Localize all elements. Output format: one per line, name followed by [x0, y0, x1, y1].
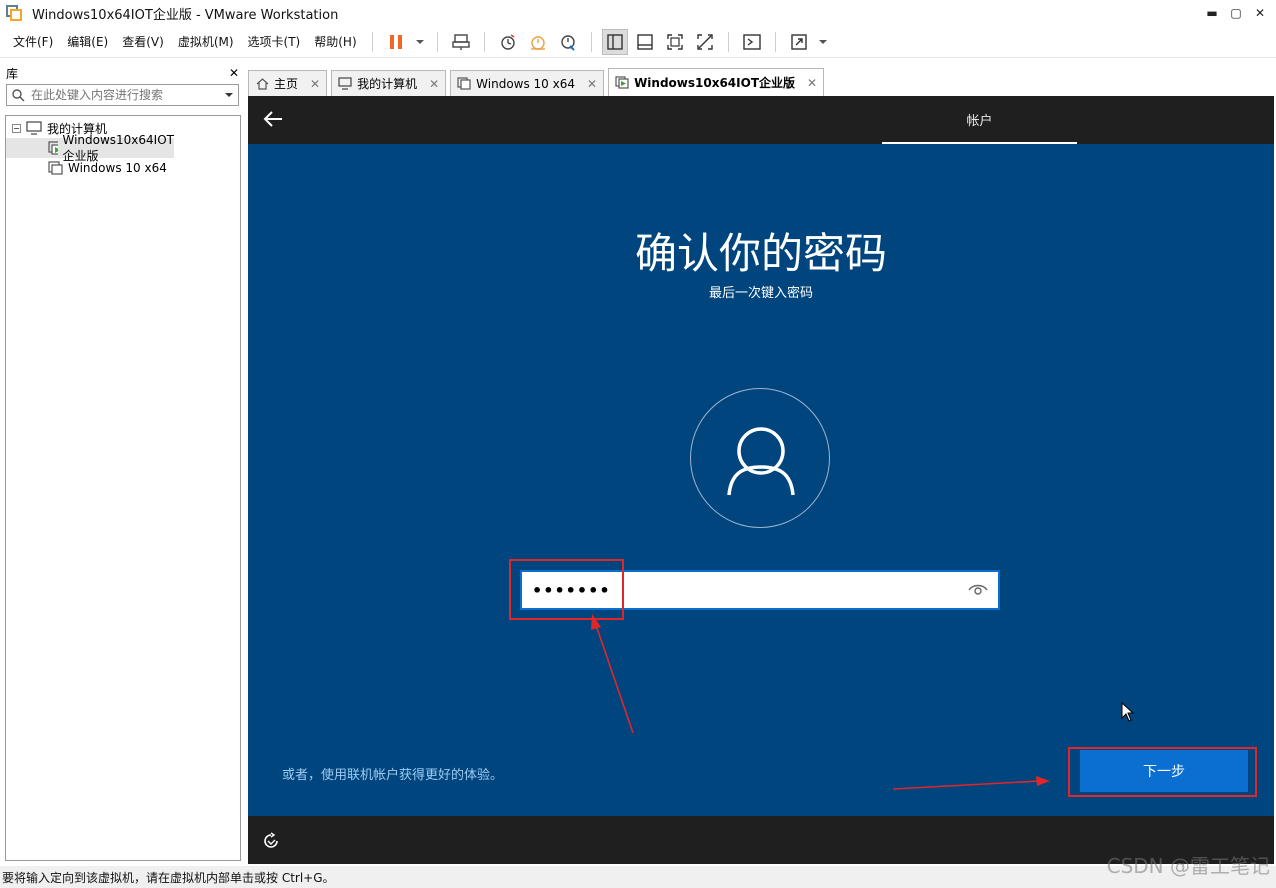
watermark: CSDN @雷工笔记 [1106, 854, 1270, 878]
annotation-arrows [591, 614, 1050, 790]
status-text: 要将输入定向到该虚拟机，请在虚拟机内部单击或按 Ctrl+G。 [2, 870, 335, 885]
annotation-arrow-password [591, 614, 634, 734]
annotation-arrow-next [892, 776, 1050, 790]
status-bar: 要将输入定向到该虚拟机，请在虚拟机内部单击或按 Ctrl+G。 [0, 866, 1276, 888]
